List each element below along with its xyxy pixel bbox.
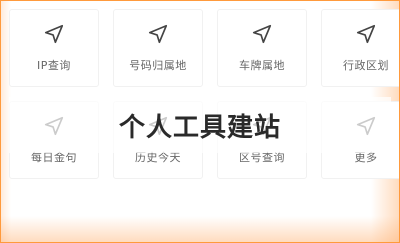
tool-grid: IP查询 号码归属地 车牌属地 行政区划 每日金句 历史今天 区号查询 更多: [9, 9, 399, 179]
navigation-arrow-icon: [43, 23, 65, 45]
tool-tile-ip-query[interactable]: IP查询: [9, 9, 99, 87]
tool-label: 行政区划: [343, 59, 389, 72]
title-banner: 个人工具建站: [9, 97, 391, 153]
tool-label: 号码归属地: [129, 59, 187, 72]
navigation-arrow-icon: [147, 23, 169, 45]
tool-tile-phone-location[interactable]: 号码归属地: [113, 9, 203, 87]
tool-label: IP查询: [37, 59, 71, 72]
tool-tile-admin-division[interactable]: 行政区划: [321, 9, 399, 87]
page-title: 个人工具建站: [118, 112, 281, 143]
tool-label: 车牌属地: [239, 59, 285, 72]
navigation-arrow-icon: [355, 23, 377, 45]
navigation-arrow-icon: [251, 23, 273, 45]
tool-tile-plate-location[interactable]: 车牌属地: [217, 9, 307, 87]
edge-glow-bottom: [1, 216, 399, 242]
app-frame: IP查询 号码归属地 车牌属地 行政区划 每日金句 历史今天 区号查询 更多 个…: [0, 0, 400, 243]
